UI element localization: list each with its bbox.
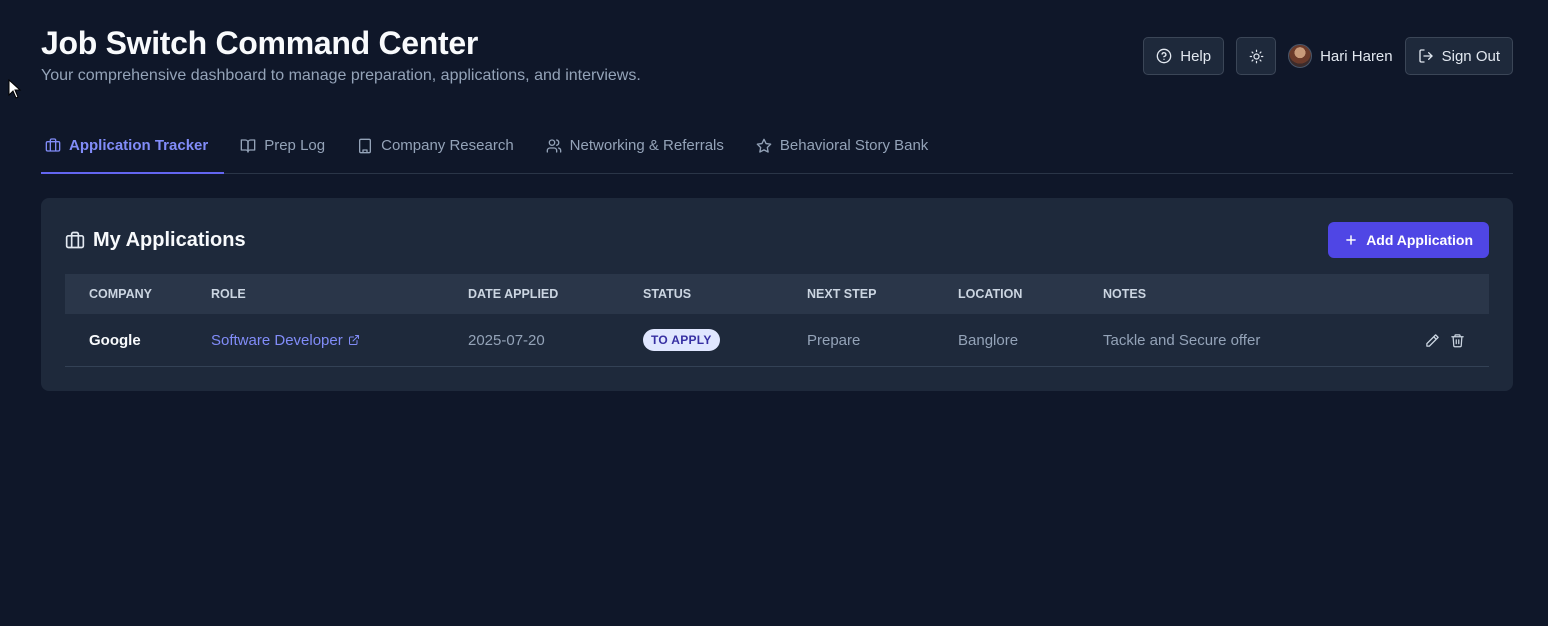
briefcase-icon xyxy=(65,231,85,249)
tab-label: Behavioral Story Bank xyxy=(779,137,929,154)
book-icon xyxy=(240,138,256,153)
tab-label: Application Tracker xyxy=(69,136,209,154)
applications-card: My Applications Add Application Company … xyxy=(41,198,1513,391)
building-icon xyxy=(359,138,372,153)
role-text: Software Developer xyxy=(211,331,343,349)
external-link-icon xyxy=(348,335,359,345)
column-header-notes[interactable]: Notes xyxy=(1103,287,1373,301)
help-button[interactable]: Help xyxy=(1143,37,1225,75)
card-title: My Applications xyxy=(65,229,246,252)
column-header-date-applied[interactable]: Date Applied xyxy=(468,287,643,301)
user-profile[interactable]: Hari Haren xyxy=(1288,44,1393,68)
help-label: Help xyxy=(1180,47,1212,65)
card-header: My Applications Add Application xyxy=(65,222,1489,258)
next-step-cell: Prepare xyxy=(807,331,861,349)
star-icon xyxy=(756,138,772,153)
tab-application-tracker[interactable]: Application Tracker xyxy=(41,118,225,174)
sign-out-label: Sign Out xyxy=(1441,47,1500,65)
column-header-status[interactable]: Status xyxy=(643,287,807,301)
card-title-text: My Applications xyxy=(93,228,246,251)
date-applied-cell: 2025-07-20 xyxy=(468,331,545,349)
tab-label: Networking & Referrals xyxy=(569,137,724,154)
sun-icon xyxy=(1249,49,1263,63)
location-cell: Banglore xyxy=(958,331,1019,349)
tab-prep-log[interactable]: Prep Log xyxy=(224,118,341,173)
add-application-label: Add Application xyxy=(1366,232,1473,248)
log-out-icon xyxy=(1418,49,1433,63)
mouse-cursor-icon xyxy=(8,79,22,99)
tab-behavioral-story-bank[interactable]: Behavioral Story Bank xyxy=(740,118,944,173)
applications-table: Company Role Date Applied Status Next St… xyxy=(65,274,1489,367)
column-header-role[interactable]: Role xyxy=(211,287,468,301)
trash-icon[interactable] xyxy=(1450,333,1465,348)
theme-toggle-button[interactable] xyxy=(1236,37,1277,75)
plus-icon xyxy=(1346,235,1356,245)
table-header: Company Role Date Applied Status Next St… xyxy=(65,274,1489,314)
status-cell: TO APPLY xyxy=(643,329,807,351)
add-application-button[interactable]: Add Application xyxy=(1328,222,1489,258)
user-name: Hari Haren xyxy=(1320,47,1393,65)
tab-networking-referrals[interactable]: Networking & Referrals xyxy=(530,118,740,173)
status-badge: TO APPLY xyxy=(643,329,720,351)
header-actions: Help Hari Haren Sign Out xyxy=(1143,37,1513,75)
table-row: Google Software Developer 2025-07-20 TO … xyxy=(65,314,1489,367)
notes-cell: Tackle and Secure offer xyxy=(1103,331,1261,349)
column-header-next-step[interactable]: Next Step xyxy=(807,287,958,301)
users-icon xyxy=(546,138,562,153)
tab-label: Company Research xyxy=(381,137,514,154)
role-link[interactable]: Software Developer xyxy=(211,332,360,349)
column-header-location[interactable]: Location xyxy=(958,287,1103,301)
role-cell: Software Developer xyxy=(211,332,468,349)
briefcase-icon xyxy=(45,138,61,152)
tab-company-research[interactable]: Company Research xyxy=(341,118,530,173)
company-cell: Google xyxy=(89,331,141,349)
main-tabs: Application Tracker Prep Log Company Res… xyxy=(41,118,1513,174)
help-circle-icon xyxy=(1156,48,1172,64)
column-header-company[interactable]: Company xyxy=(65,287,211,301)
page-header: Job Switch Command Center Your comprehen… xyxy=(41,24,1513,94)
tab-label: Prep Log xyxy=(264,137,326,154)
row-actions xyxy=(1373,333,1489,348)
avatar xyxy=(1288,44,1313,68)
edit-pencil-icon[interactable] xyxy=(1425,333,1440,348)
sign-out-button[interactable]: Sign Out xyxy=(1404,37,1513,75)
